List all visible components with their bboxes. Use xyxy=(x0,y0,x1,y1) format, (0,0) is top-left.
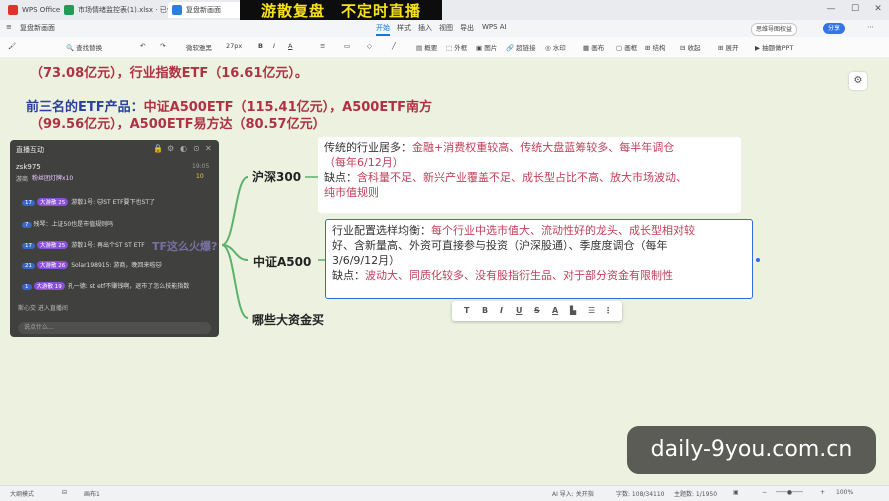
lock-icon[interactable]: 🔒 xyxy=(153,144,163,153)
view-icon[interactable]: ▣ xyxy=(733,489,739,496)
card-a500-detail[interactable]: 行业配置选样均衡：每个行业中选市值大、流动性好的龙头、成长型相对较 好、含新量高… xyxy=(325,219,753,299)
card-hs300-detail[interactable]: 传统的行业居多：金融+消费权重较高、传统大盘蓝筹较多、每半年调仓 （每年6/12… xyxy=(318,137,741,213)
outline-mode-button[interactable]: 大纲模式 xyxy=(10,489,34,498)
status-bar: 大纲模式 ⊟ 画布1 AI 导入: 关开指 字数: 108/34110 主题数:… xyxy=(0,485,889,501)
chat-close-icon[interactable]: ✕ xyxy=(205,144,212,153)
chat-input[interactable]: 说点什么... xyxy=(18,322,211,334)
zoom-out-icon[interactable]: − xyxy=(762,489,767,496)
chat-settings-icon[interactable]: ⚙ xyxy=(167,144,174,153)
partially-hidden-text: TF这么火爆? xyxy=(152,240,218,253)
text-style-button[interactable]: T xyxy=(464,306,469,315)
chat-message: 17 大游散 25 游散1号: 再出个ST ST ETF xyxy=(22,240,145,249)
coin-count: 10 xyxy=(196,173,204,180)
topic-count: 主题数: 1/1950 xyxy=(674,491,718,498)
word-count: 字数: 108/34110 xyxy=(616,491,665,498)
font-color-float-button[interactable]: A xyxy=(552,306,558,315)
sheet-icon[interactable]: ⊟ xyxy=(62,489,67,496)
zoom-in-icon[interactable]: + xyxy=(820,489,825,496)
node-big-funds[interactable]: 哪些大资金买 xyxy=(252,311,324,328)
chat-message: 21 大游散 26 Solar198915: 游商，晚回来啦🐱 xyxy=(22,260,162,269)
strike-float-button[interactable]: S xyxy=(534,306,540,315)
chat-title: 直播互动 xyxy=(16,146,44,154)
node-csi-a500[interactable]: 中证A500 xyxy=(253,253,311,270)
chat-message: 1 大游散 19 孔一德: st etf不赚钱啊，退市了怎么技能指数 xyxy=(22,281,189,290)
watermark: daily-9you.com.cn xyxy=(627,426,876,474)
zoom-slider[interactable]: ───●─── xyxy=(776,489,803,496)
chat-username: zsk975 xyxy=(16,163,41,171)
floating-format-bar: T B I U S A ▙ ☰ ⋮ xyxy=(452,301,622,321)
italic-float-button[interactable]: I xyxy=(500,306,503,315)
ordered-list-icon[interactable]: ⋮ xyxy=(604,306,612,315)
highlight-icon[interactable]: ▙ xyxy=(570,306,576,315)
chat-time: 19:05 xyxy=(192,163,210,170)
chat-join-text: 斯心交 进入直播间 xyxy=(18,305,68,312)
node-hs300[interactable]: 沪深300 xyxy=(252,168,301,185)
chat-pin-icon[interactable]: ⊙ xyxy=(193,144,200,153)
fan-badge: 粉丝团灯牌x10 xyxy=(32,175,74,182)
chat-message: 7 残琴：上证50也是市值规则吗 xyxy=(22,219,113,228)
list-icon[interactable]: ☰ xyxy=(588,306,595,315)
underline-float-button[interactable]: U xyxy=(516,306,523,315)
zoom-level[interactable]: 100% xyxy=(836,489,853,496)
chat-message: 17 大游散 25 游散1号: 🐱ST ETF要下也ST了 xyxy=(22,197,155,206)
chat-toggle-icon[interactable]: ◐ xyxy=(180,144,187,153)
ai-import-status[interactable]: AI 导入: 关开指 xyxy=(552,489,594,498)
bold-float-button[interactable]: B xyxy=(482,306,488,315)
canvas-tab[interactable]: 画布1 xyxy=(84,489,100,498)
chat-user-sub: 游商 xyxy=(16,176,29,183)
